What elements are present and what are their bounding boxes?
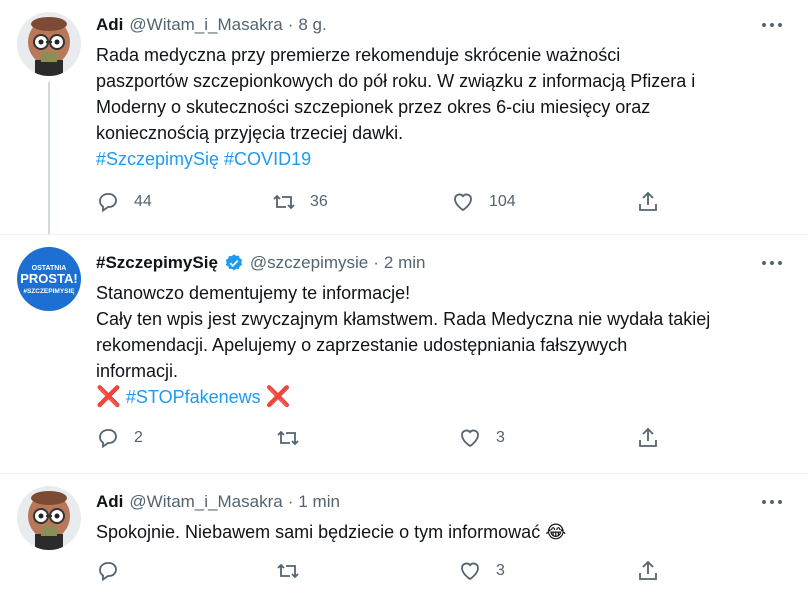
author-name[interactable]: #SzczepimySię xyxy=(96,252,218,274)
timestamp[interactable]: 8 g. xyxy=(298,14,326,36)
share-button[interactable] xyxy=(636,426,660,450)
tweet-1[interactable]: Adi @Witam_i_Masakra · 8 g. Rada medyczn… xyxy=(0,0,808,235)
share-button[interactable] xyxy=(636,559,660,583)
share-icon xyxy=(639,560,657,580)
retweet-button[interactable] xyxy=(276,559,314,583)
text-line: paszportów szczepionkowych do pół roku. … xyxy=(96,71,696,91)
tweet-actions: 3 xyxy=(96,559,696,589)
reply-count: 44 xyxy=(134,193,152,210)
like-button[interactable]: 3 xyxy=(458,426,505,450)
text-line: Rada medyczna przy premierze rekomenduje… xyxy=(96,45,621,65)
text-content: Spokojnie. Niebawem sami będziecie o tym… xyxy=(96,522,541,542)
separator-dot: · xyxy=(287,15,294,34)
avatar[interactable]: OSTATNIA PROSTA! #SZCZEPIMYSIĘ xyxy=(17,247,81,311)
retweet-icon xyxy=(277,563,299,579)
hashtag-links[interactable]: #SzczepimySię #COVID19 xyxy=(96,146,768,172)
more-options-icon[interactable] xyxy=(758,14,786,36)
avatar-image xyxy=(17,486,81,550)
share-icon xyxy=(639,427,657,447)
avatar-text-bottom: #SZCZEPIMYSIĘ xyxy=(23,288,75,295)
tweet-actions: 2 3 xyxy=(96,426,696,456)
tweet-2[interactable]: OSTATNIA PROSTA! #SZCZEPIMYSIĘ #Szczepim… xyxy=(0,235,808,473)
retweet-button[interactable] xyxy=(276,426,314,450)
retweet-button[interactable]: 36 xyxy=(272,190,328,214)
text-line: informacji. xyxy=(96,361,179,381)
tweet-text: Rada medyczna przy premierze rekomenduje… xyxy=(96,42,768,172)
author-handle[interactable]: @Witam_i_Masakra xyxy=(129,14,282,36)
author-handle[interactable]: @Witam_i_Masakra xyxy=(129,491,282,513)
text-line: Spokojnie. Niebawem sami będziecie o tym… xyxy=(96,519,768,545)
laughing-emoji-icon: 😂 xyxy=(545,522,567,542)
hashtag-link[interactable]: #STOPfakenews xyxy=(126,387,261,407)
separator-dot: · xyxy=(287,492,294,511)
reply-icon xyxy=(99,193,117,213)
tweet-text: Stanowczo dementujemy te informacje! Cał… xyxy=(96,280,768,410)
share-button[interactable] xyxy=(636,190,660,214)
text-line: Moderny o skuteczności szczepionek przez… xyxy=(96,97,651,117)
avatar-text-mid: PROSTA! xyxy=(20,271,78,286)
like-count: 3 xyxy=(496,429,505,446)
reply-icon xyxy=(99,429,117,449)
cross-mark-icon: ❌ xyxy=(96,386,121,408)
text-line: koniecznością przyjęcia trzeciej dawki. xyxy=(96,123,404,143)
avatar-image xyxy=(17,12,81,76)
heart-icon xyxy=(454,193,472,212)
reply-button[interactable]: 2 xyxy=(96,426,143,450)
text-line: Stanowczo dementujemy te informacje! xyxy=(96,283,411,303)
retweet-icon xyxy=(277,430,299,446)
reply-button[interactable]: 44 xyxy=(96,190,152,214)
author-handle[interactable]: @szczepimysie xyxy=(250,252,368,274)
share-icon xyxy=(639,191,657,211)
timestamp[interactable]: 2 min xyxy=(384,252,426,274)
tweet-actions: 44 36 104 xyxy=(96,190,696,220)
timestamp[interactable]: 1 min xyxy=(298,491,340,513)
hashtag-line: ❌ #STOPfakenews ❌ xyxy=(96,384,768,410)
author-name[interactable]: Adi xyxy=(96,491,123,513)
verified-badge-icon xyxy=(225,254,242,271)
like-count: 104 xyxy=(489,193,516,210)
author-name[interactable]: Adi xyxy=(96,14,123,36)
avatar[interactable] xyxy=(17,486,81,550)
retweet-count: 36 xyxy=(310,193,328,210)
like-count: 3 xyxy=(496,562,505,579)
reply-button[interactable] xyxy=(96,559,134,583)
like-button[interactable]: 104 xyxy=(451,190,516,214)
separator-dot: · xyxy=(373,253,379,272)
retweet-icon xyxy=(273,194,295,210)
text-line: rekomendacji. Apelujemy o zaprzestanie u… xyxy=(96,335,628,355)
tweet-text: Spokojnie. Niebawem sami będziecie o tym… xyxy=(96,519,768,545)
reply-icon xyxy=(99,562,117,582)
heart-icon xyxy=(461,562,479,581)
text-line: Cały ten wpis jest zwyczajnym kłamstwem.… xyxy=(96,309,711,329)
avatar[interactable] xyxy=(17,12,81,76)
avatar-image: OSTATNIA PROSTA! #SZCZEPIMYSIĘ xyxy=(17,247,81,311)
more-options-icon[interactable] xyxy=(758,491,786,513)
reply-count: 2 xyxy=(134,429,143,446)
tweet-3[interactable]: Adi @Witam_i_Masakra · 1 min Spokojnie. … xyxy=(0,474,808,602)
like-button[interactable]: 3 xyxy=(458,559,505,583)
tweet-header: Adi @Witam_i_Masakra · 1 min xyxy=(96,491,768,513)
cross-mark-icon: ❌ xyxy=(265,386,291,408)
tweet-header: #SzczepimySię @szczepimysie · 2 min xyxy=(96,252,768,274)
more-options-icon[interactable] xyxy=(758,252,786,274)
tweet-header: Adi @Witam_i_Masakra · 8 g. xyxy=(96,14,768,36)
heart-icon xyxy=(461,429,479,448)
